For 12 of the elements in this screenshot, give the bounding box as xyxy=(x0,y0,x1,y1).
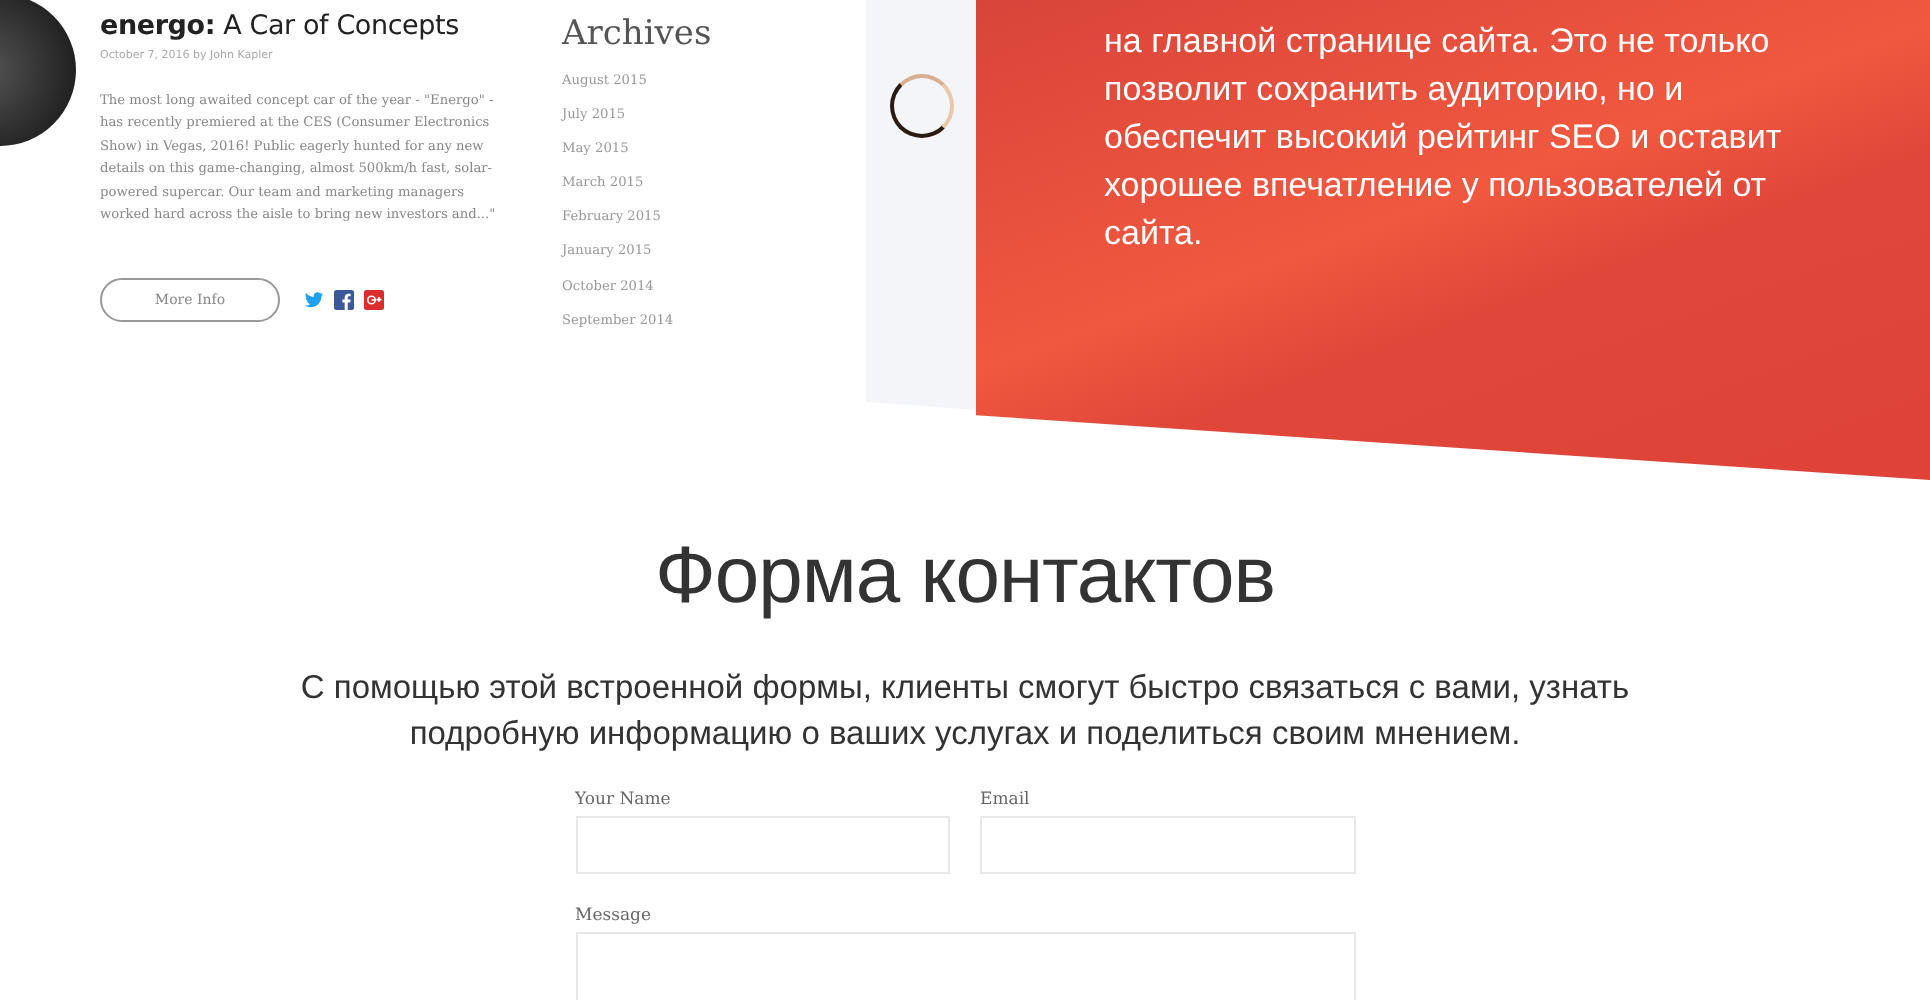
post-title: energo: A Car of Concepts xyxy=(100,10,461,42)
google-plus-icon[interactable] xyxy=(364,290,384,311)
contact-heading: Форма контактов xyxy=(655,532,1275,622)
field-label: Message xyxy=(575,906,651,926)
facebook-icon[interactable] xyxy=(334,290,354,311)
loading-spinner-icon xyxy=(889,74,953,138)
contact-description: С помощью этой встроенной формы, клиенты смогут быстро связаться с вами, узнать подробную информацию о ваших услугах и поделиться своим мнением. xyxy=(298,668,1632,756)
twitter-icon[interactable] xyxy=(304,290,324,311)
archives-title: Archives xyxy=(562,14,712,54)
field-label: Email xyxy=(980,790,1030,810)
field-label: Your Name xyxy=(575,790,671,810)
promo-text: на главной странице сайта. Это не только позволит сохранить аудиторию, но и обеспечит высокий рейтинг SEO и оставит хорошее впечатление у пользователей от сайта. xyxy=(1104,20,1784,256)
